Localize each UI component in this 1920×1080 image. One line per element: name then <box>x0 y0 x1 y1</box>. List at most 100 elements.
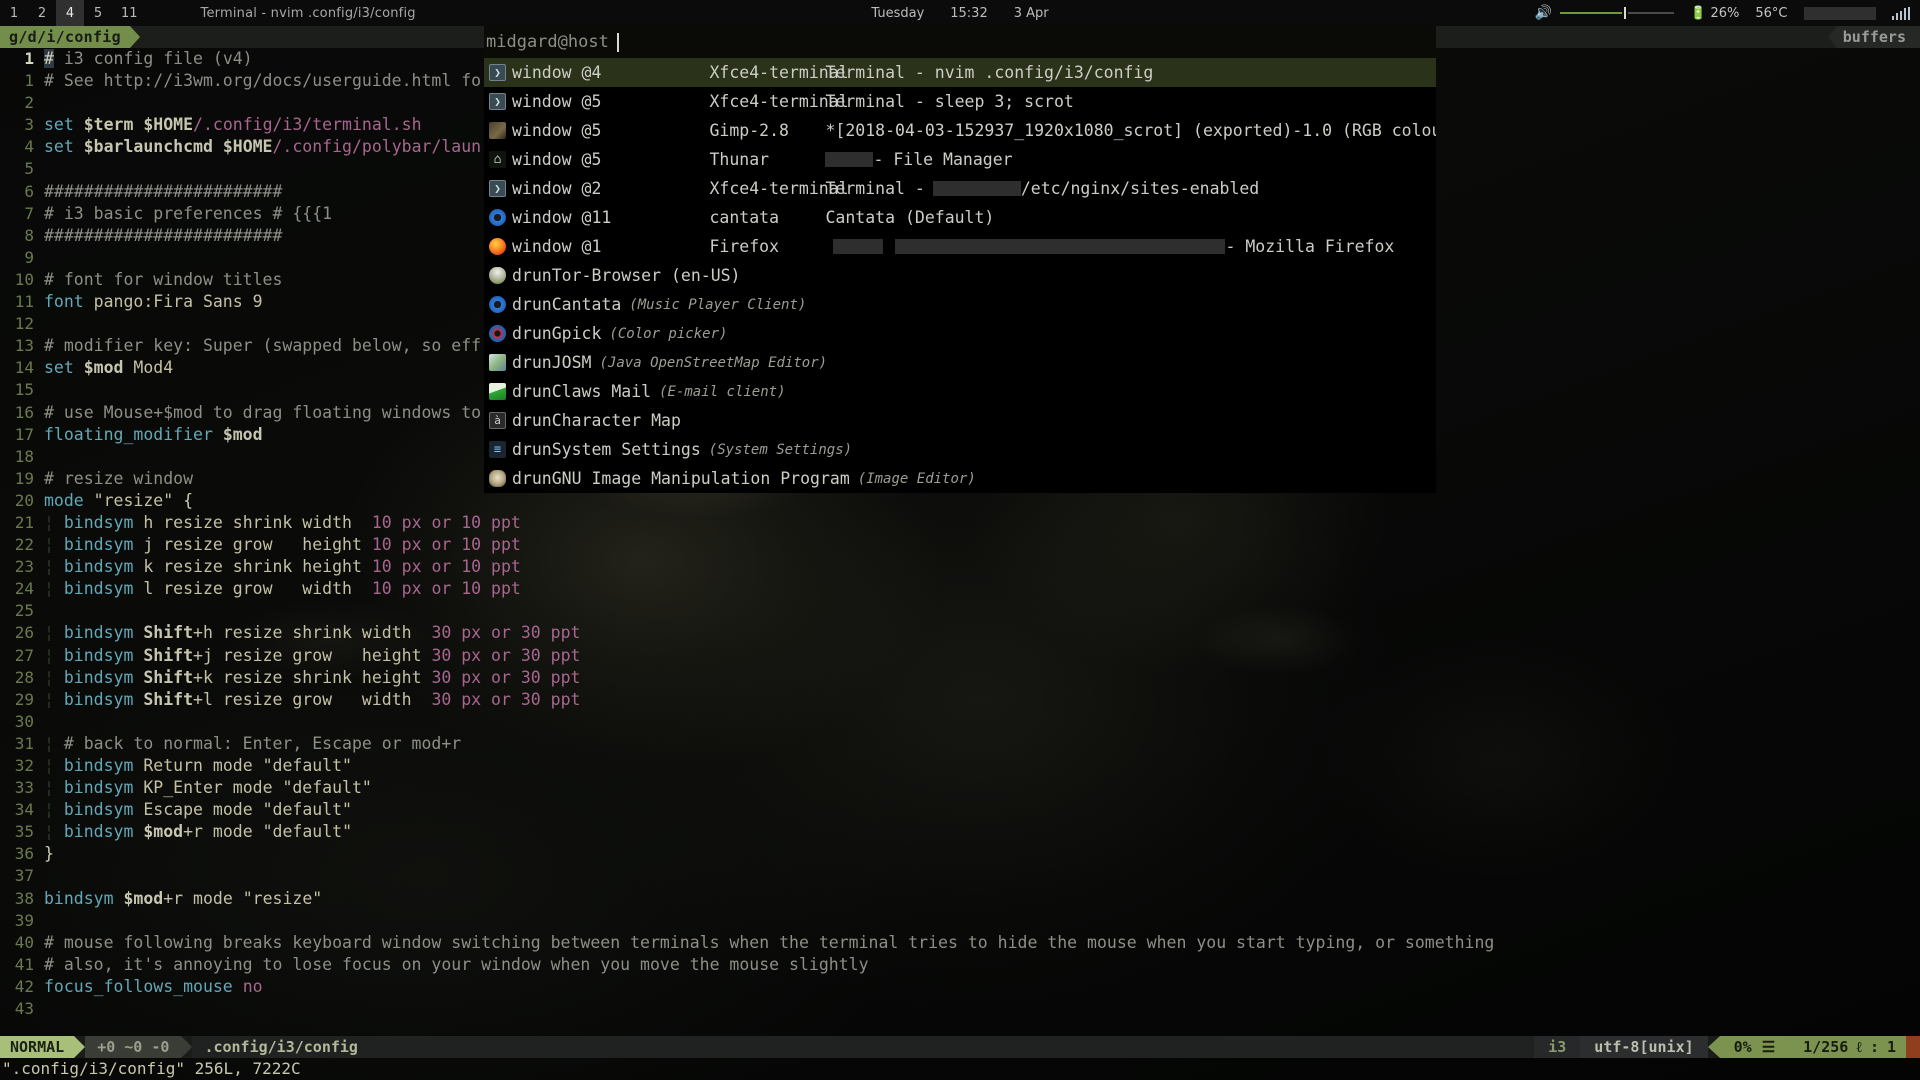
polybar-tray: 🔊 🔋 26% 56°C <box>1535 5 1910 21</box>
rofi-row-window-class: Firefox <box>709 237 780 256</box>
statusline-git: +0 ~0 -0 <box>85 1036 182 1058</box>
code-line: 22 ¦ bindsym j resize grow height 10 px o… <box>0 534 1920 556</box>
workspace-button-2[interactable]: 2 <box>28 0 56 26</box>
code-token: $term $HOME <box>83 115 194 135</box>
rofi-result-row[interactable]: window @ 11 cantata Cantata (Default) <box>484 203 1436 232</box>
indent-guide: ¦ <box>44 756 64 775</box>
code-line: 36} <box>0 843 1920 865</box>
rofi-result-row[interactable]: ❯ window @ 2 Xfce4-terminal Terminal - /etc… <box>484 174 1436 203</box>
code-token: l resize grow width <box>143 579 362 599</box>
vim-command-line[interactable]: ".config/i3/config" 256L, 7222C <box>0 1058 1920 1080</box>
vim-buffers-tab[interactable]: buffers <box>1827 26 1920 48</box>
rofi-result-row[interactable]: ≡ drun System Settings (System Settings) <box>484 435 1436 464</box>
tab-arrow-left-icon <box>1827 26 1837 48</box>
line-number: 18 <box>14 446 34 466</box>
code-line: 28 ¦ bindsym Shift+k resize shrink height… <box>0 667 1920 689</box>
line-number: 19 <box>14 468 34 488</box>
line-number: 41 <box>14 954 34 974</box>
rofi-result-row[interactable]: drun Cantata (Music Player Client) <box>484 290 1436 319</box>
vim-buffers-label: buffers <box>1836 26 1920 48</box>
code-token: k resize shrink height <box>143 557 362 577</box>
volume-knob[interactable] <box>1624 7 1627 19</box>
code-line: 20 mode "resize" { <box>0 490 1920 512</box>
rofi-result-row[interactable]: ❯ window @ 4 Xfce4-terminal Terminal - nvim… <box>484 58 1436 87</box>
vim-tab-label: g/d/i/config <box>0 26 130 48</box>
rofi-result-row[interactable]: window @ 1 Firefox - Mozilla Firefox <box>484 232 1436 261</box>
volume-control[interactable]: 🔊 <box>1535 5 1675 21</box>
code-token: /.config/i3/terminal.sh <box>193 115 422 135</box>
rofi-row-mode: window @ <box>512 208 592 227</box>
workspace-button-4[interactable]: 4 <box>56 0 84 26</box>
volume-filled-track <box>1560 12 1623 14</box>
indent-guide: ¦ <box>44 623 64 643</box>
rofi-row-window-id: 5 <box>591 121 602 140</box>
rofi-row-window-class: Xfce4-terminal <box>709 179 849 198</box>
rofi-row-mode: window @ <box>512 150 592 169</box>
line-number: 1 <box>24 71 34 91</box>
rofi-result-row[interactable]: drun Claws Mail (E-mail client) <box>484 377 1436 406</box>
code-token: Shift <box>143 645 194 665</box>
statusline-column: 1 <box>1886 1037 1896 1056</box>
rofi-row-title: JOSM <box>551 353 592 372</box>
rofi-result-list[interactable]: ❯ window @ 4 Xfce4-terminal Terminal - nvim… <box>484 58 1436 493</box>
clock-time: 15:32 <box>950 5 988 21</box>
redacted-text <box>895 239 1226 254</box>
code-token: # <box>44 49 54 68</box>
rofi-text-caret <box>616 32 619 52</box>
workspace-button-11[interactable]: 11 <box>112 0 147 26</box>
rofi-row-window-class: cantata <box>709 208 780 227</box>
rofi-result-row[interactable]: drun GNU Image Manipulation Program (Imag… <box>484 464 1436 493</box>
code-token: Shift <box>143 623 194 643</box>
rofi-result-row[interactable]: ❯ window @ 5 Xfce4-terminal Terminal - slee… <box>484 87 1436 116</box>
line-number: 15 <box>14 380 34 400</box>
workspace-button-5[interactable]: 5 <box>84 0 112 26</box>
statusline-sep-2 <box>181 1036 193 1058</box>
line-number: 29 <box>14 689 34 709</box>
line-number: 35 <box>14 822 34 842</box>
battery-indicator: 🔋 26% <box>1690 6 1739 21</box>
code-token: bindsym <box>63 756 144 775</box>
code-token: # use Mouse+$mod to drag floating window… <box>44 402 482 422</box>
line-number: 8 <box>24 225 34 245</box>
code-token: # also, it's annoying to lose focus on y… <box>44 954 869 974</box>
rofi-row-title: GNU Image Manipulation Program <box>551 469 850 488</box>
rofi-result-row[interactable]: à drun Character Map <box>484 406 1436 435</box>
rofi-result-row[interactable]: ⌂ window @ 5 Thunar - File Manager <box>484 145 1436 174</box>
line-number: 7 <box>24 203 34 223</box>
rofi-row-window-id: 4 <box>591 63 602 82</box>
rofi-result-row[interactable]: drun Tor-Browser (en-US) <box>484 261 1436 290</box>
code-token: set <box>44 358 84 378</box>
rofi-result-row[interactable]: window @ 5 Gimp-2.8 *[2018-04-03-152937_19… <box>484 116 1436 145</box>
rofi-row-mode: window @ <box>512 121 592 140</box>
line-number: 26 <box>14 623 34 643</box>
indent-guide: ¦ <box>44 800 64 820</box>
code-token: bindsym <box>63 778 144 798</box>
rofi-row-window-id: 1 <box>591 237 602 256</box>
code-token: bindsym <box>63 535 144 555</box>
tab-arrow-icon <box>129 26 140 48</box>
workspace-button-1[interactable]: 1 <box>0 0 28 26</box>
line-number: 40 <box>14 932 34 952</box>
wifi-signal-icon[interactable] <box>1891 6 1910 20</box>
rofi-search-row[interactable]: midgard@host <box>484 26 1436 58</box>
code-line: 41 # also, it's annoying to lose focus on… <box>0 954 1920 976</box>
gimp-icon <box>489 470 506 487</box>
rofi-row-mode: window @ <box>512 237 592 256</box>
desktop-root: 1 2 4 5 11 Terminal - nvim .config/i3/config… <box>0 0 1920 1080</box>
line-number: 43 <box>14 999 34 1019</box>
code-token: KP_Enter mode <box>143 778 283 798</box>
rofi-row-title: Character Map <box>551 411 681 430</box>
rofi-result-row[interactable]: drun Gpick (Color picker) <box>484 319 1436 348</box>
vim-tab-active[interactable]: g/d/i/config <box>0 26 140 48</box>
rofi-row-generic-name: (Music Player Client) <box>629 296 807 313</box>
rofi-result-row[interactable]: drun JOSM (Java OpenStreetMap Editor) <box>484 348 1436 377</box>
code-token: bindsym <box>63 822 144 842</box>
code-token: Shift <box>143 667 194 687</box>
line-number: 20 <box>14 490 34 510</box>
code-token: $barlaunchcmd $HOME <box>83 137 273 157</box>
code-token: floating_modifier <box>44 424 223 444</box>
line-number: 23 <box>14 557 34 577</box>
code-line: 32 ¦ bindsym Return mode "default" <box>0 755 1920 777</box>
rofi-row-generic-name: (Color picker) <box>609 325 728 342</box>
code-token: /.config/polybar/laun <box>272 137 482 157</box>
